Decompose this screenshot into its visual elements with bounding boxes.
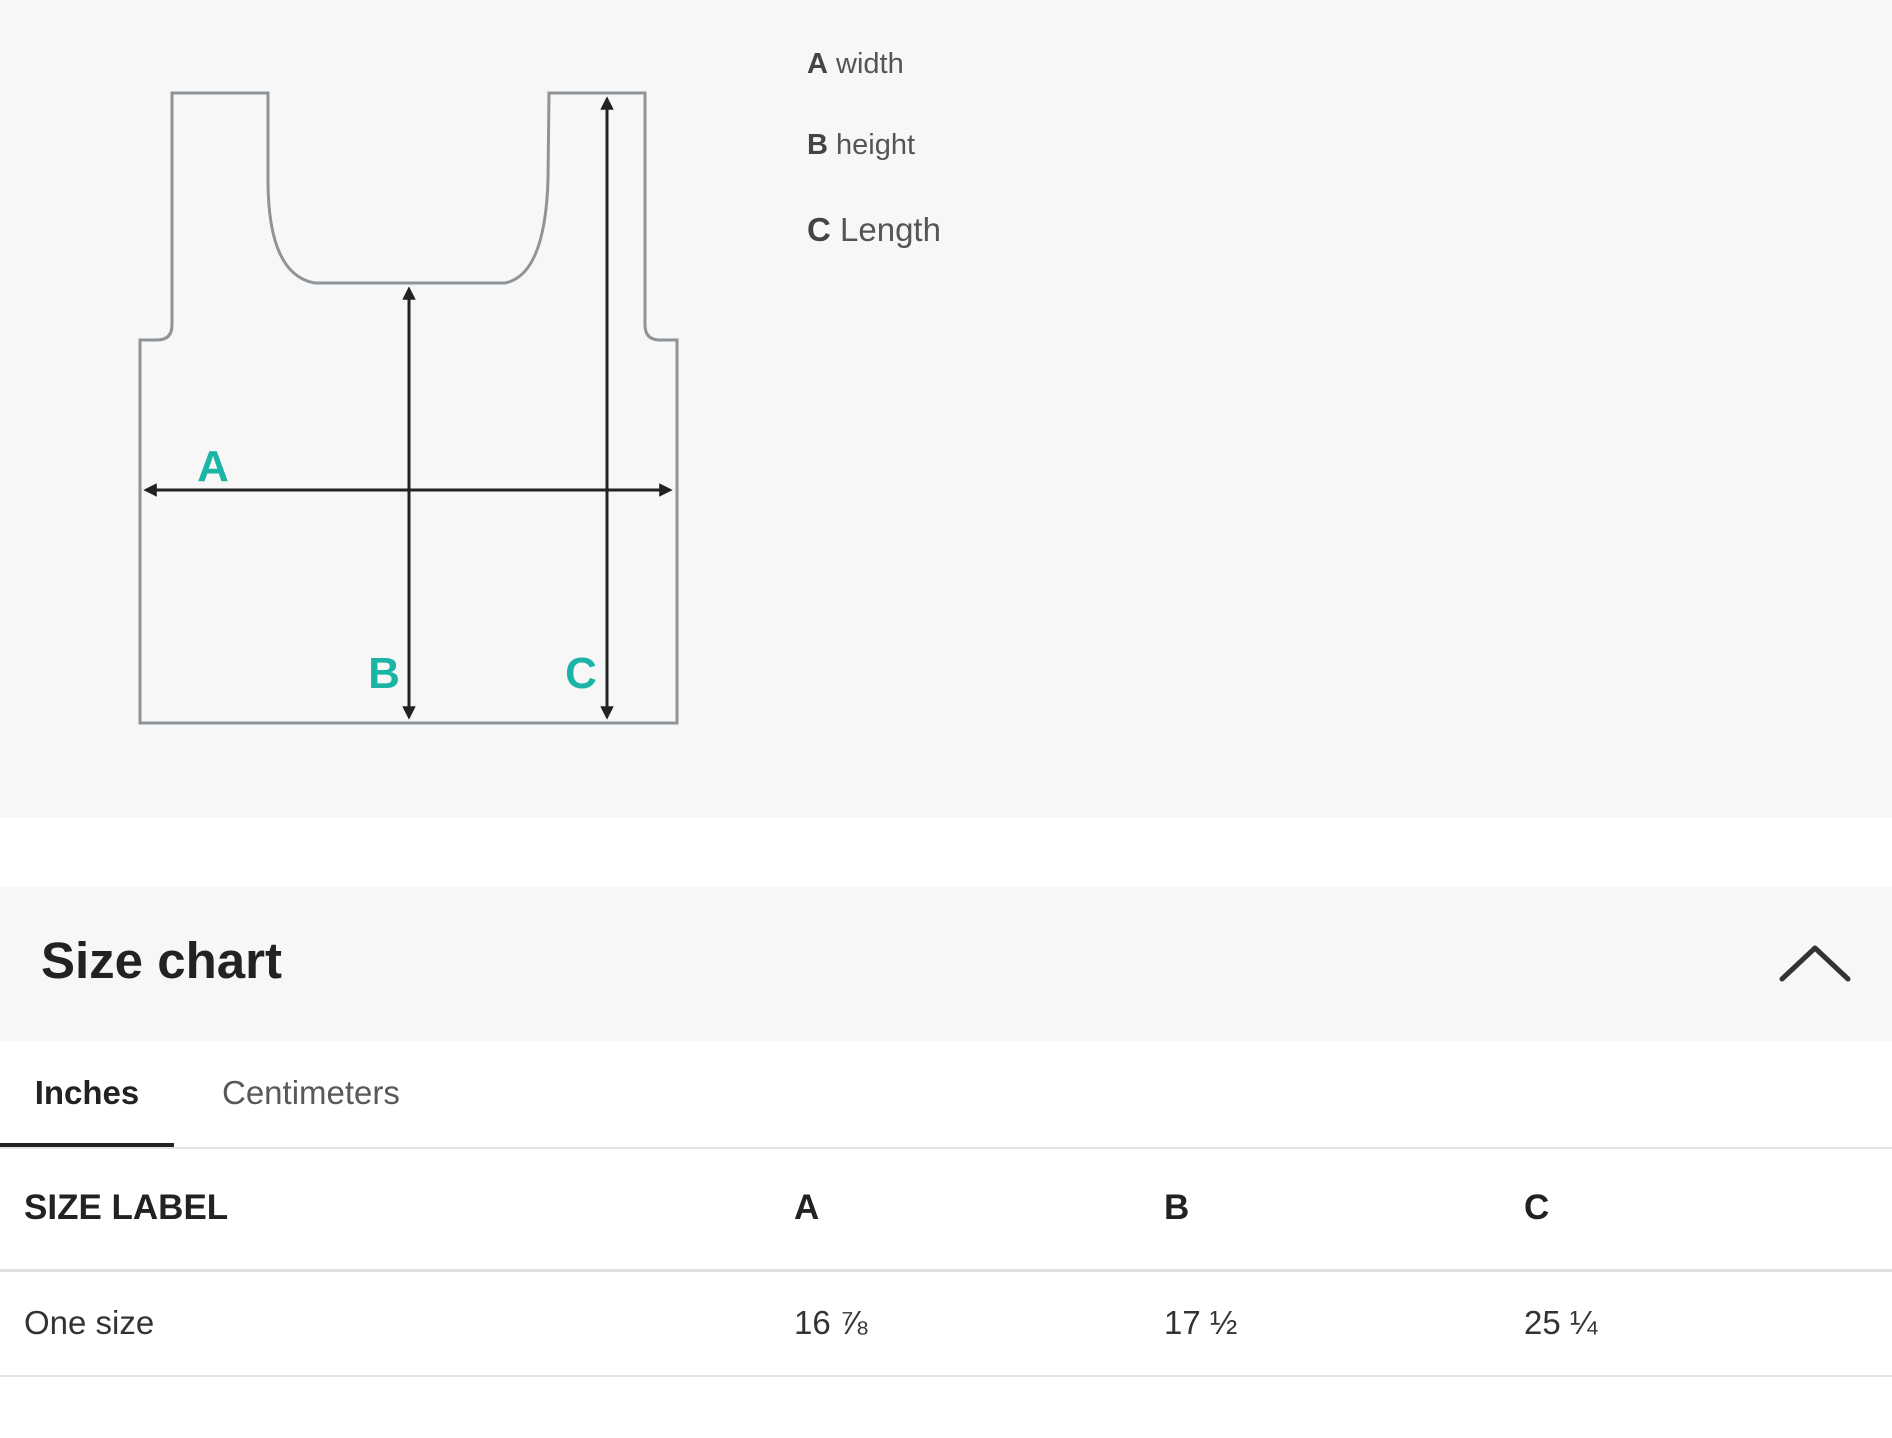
chevron-up-icon [1779, 945, 1851, 982]
collapse-button[interactable] [1770, 927, 1860, 997]
legend-item-width: A width [807, 48, 904, 81]
tab-centimeters[interactable]: Centimeters [222, 1041, 400, 1145]
legend-key: C [807, 211, 831, 248]
legend-key: B [807, 129, 828, 161]
legend-key: A [807, 48, 828, 80]
size-chart-title: Size chart [41, 932, 282, 989]
size-guide-page: A B C A width B height C Length Size cha… [0, 0, 1892, 1438]
measurement-diagram-panel: A B C A width B height C Length [0, 0, 1892, 818]
legend-text: height [836, 129, 916, 161]
legend-text: width [836, 48, 904, 80]
diagram-label-b: B [368, 649, 400, 698]
size-table: SIZE LABEL A B C One size 16 ⅞ 17 ½ 25 ¼ [0, 1148, 1892, 1377]
table-header-row: SIZE LABEL A B C [0, 1148, 1892, 1272]
column-header-b: B [1164, 1148, 1524, 1272]
diagram-label-c: C [565, 649, 597, 698]
crop-top-measurement-diagram: A B C [138, 91, 679, 725]
cell-size-label: One size [0, 1270, 794, 1377]
unit-tabs: Inches Centimeters [0, 1041, 1892, 1149]
legend-item-length: C Length [807, 211, 941, 249]
column-header-a: A [794, 1148, 1164, 1272]
column-header-size-label: SIZE LABEL [0, 1148, 794, 1272]
table-row: One size 16 ⅞ 17 ½ 25 ¼ [0, 1270, 1892, 1377]
cell-a: 16 ⅞ [794, 1270, 1164, 1377]
cell-b: 17 ½ [1164, 1270, 1524, 1377]
column-header-c: C [1524, 1148, 1892, 1272]
legend-text: Length [840, 211, 941, 248]
tab-inches[interactable]: Inches [0, 1041, 174, 1147]
cell-c: 25 ¼ [1524, 1270, 1892, 1377]
diagram-label-a: A [197, 442, 229, 491]
legend-item-height: B height [807, 129, 915, 162]
size-chart-header[interactable]: Size chart [0, 887, 1892, 1041]
